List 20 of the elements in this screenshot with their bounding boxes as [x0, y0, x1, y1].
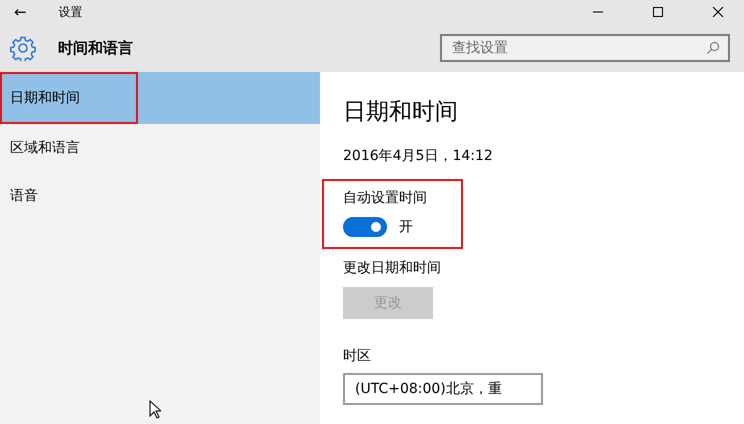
current-datetime: 2016年4月5日，14:12	[343, 147, 493, 165]
timezone-dropdown[interactable]: (UTC+08:00)北京，重	[343, 373, 543, 405]
search-icon	[706, 41, 720, 55]
close-icon[interactable]	[712, 6, 724, 18]
sidebar-item[interactable]: 区域和语言	[0, 124, 320, 172]
sidebar-item[interactable]: 日期和时间	[0, 72, 320, 124]
settings-icon	[10, 35, 36, 61]
sidebar-item[interactable]: 语音	[0, 172, 320, 220]
toggle-state: 开	[399, 218, 413, 236]
setting-label: 时区	[343, 347, 371, 365]
setting-label: 自动设置时间	[343, 189, 427, 207]
mouse-cursor-icon	[149, 400, 161, 420]
setting-label: 更改日期和时间	[343, 259, 441, 277]
maximize-icon[interactable]	[652, 6, 664, 18]
back-button[interactable]: ←	[14, 3, 27, 21]
page-title: 日期和时间	[343, 98, 458, 127]
section-title: 时间和语言	[58, 38, 133, 58]
window-title: 设置	[58, 4, 83, 20]
search-field[interactable]: 查找设置	[440, 34, 730, 62]
toggle-switch[interactable]	[343, 217, 387, 237]
